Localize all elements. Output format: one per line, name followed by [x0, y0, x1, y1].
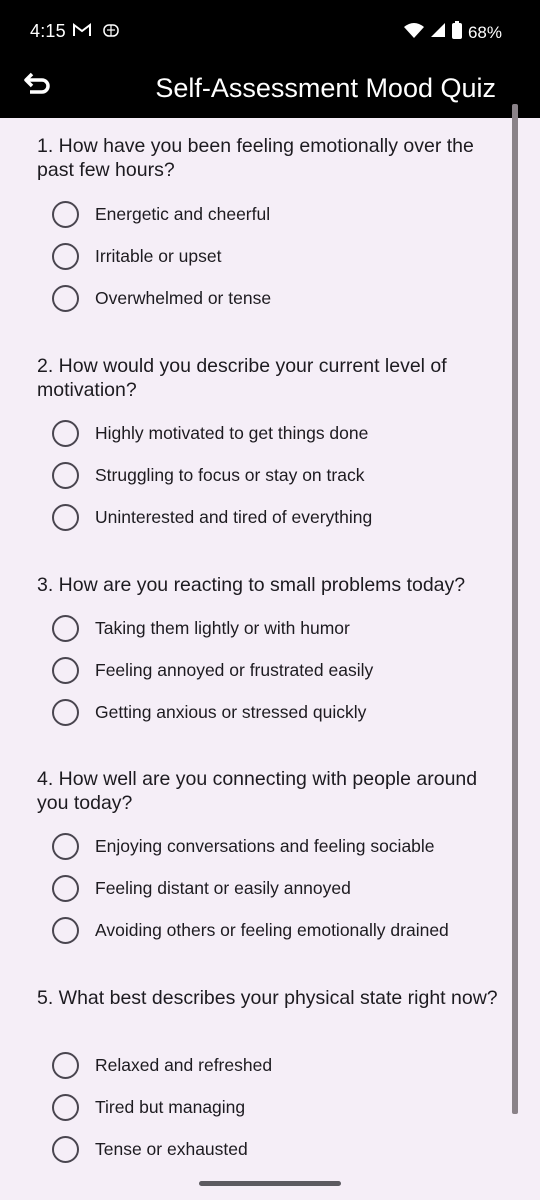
option-radio[interactable]: Getting anxious or stressed quickly	[52, 696, 366, 728]
back-button[interactable]	[18, 66, 58, 106]
option-radio[interactable]: Avoiding others or feeling emotionally d…	[52, 914, 449, 946]
option-radio[interactable]: Feeling annoyed or frustrated easily	[52, 654, 373, 686]
radio-button[interactable]	[52, 1135, 79, 1163]
signal-icon	[430, 22, 446, 43]
gesture-nav-handle[interactable]	[199, 1181, 341, 1186]
radio-button[interactable]	[52, 832, 79, 860]
radio-button[interactable]	[52, 503, 79, 531]
option-label: Avoiding others or feeling emotionally d…	[95, 919, 449, 940]
status-right: 68%	[403, 21, 502, 44]
option-radio[interactable]: Enjoying conversations and feeling socia…	[52, 830, 435, 862]
question-1: 1. How have you been feeling emotionally…	[37, 134, 507, 182]
scrollbar[interactable]	[512, 104, 518, 1114]
gmail-icon	[72, 22, 92, 43]
radio-button[interactable]	[52, 698, 79, 726]
battery-percent: 68%	[467, 22, 502, 42]
radio-button[interactable]	[52, 916, 79, 944]
option-radio[interactable]: Overwhelmed or tense	[52, 282, 271, 314]
radio-button[interactable]	[52, 1093, 79, 1121]
question-text: 2. How would you describe your current l…	[37, 355, 447, 401]
option-label: Feeling annoyed or frustrated easily	[95, 659, 374, 680]
option-radio[interactable]: Tired but managing	[52, 1091, 245, 1123]
status-time: 4:15	[30, 21, 66, 41]
option-label: Overwhelmed or tense	[95, 287, 272, 308]
radio-button[interactable]	[52, 419, 79, 447]
option-label: Tense or exhausted	[95, 1138, 248, 1159]
option-label: Tired but managing	[95, 1096, 246, 1117]
radio-button[interactable]	[52, 242, 79, 270]
option-radio[interactable]: Relaxed and refreshed	[52, 1049, 272, 1081]
status-bar: 4:15 68%	[0, 0, 540, 64]
app-bar: Self-Assessment Mood Quiz	[0, 64, 540, 118]
question-5: 5. What best describes your physical sta…	[37, 986, 507, 1010]
option-label: Irritable or upset	[95, 245, 222, 266]
radio-button[interactable]	[52, 874, 79, 902]
radio-button[interactable]	[52, 461, 79, 489]
radio-button[interactable]	[52, 614, 79, 642]
status-left-icons	[72, 22, 120, 43]
option-radio[interactable]: Uninterested and tired of everything	[52, 501, 372, 533]
wifi-icon	[403, 22, 424, 43]
radio-button[interactable]	[52, 284, 79, 312]
option-label: Highly motivated to get things done	[95, 422, 369, 443]
back-icon	[23, 71, 53, 102]
question-text: 3. How are you reacting to small problem…	[37, 574, 466, 596]
option-radio[interactable]: Feeling distant or easily annoyed	[52, 872, 351, 904]
question-4: 4. How well are you connecting with peop…	[37, 767, 507, 815]
option-label: Enjoying conversations and feeling socia…	[95, 835, 435, 856]
option-label: Feeling distant or easily annoyed	[95, 877, 351, 898]
debug-icon	[102, 22, 120, 43]
option-label: Energetic and cheerful	[95, 203, 271, 224]
option-label: Taking them lightly or with humor	[95, 617, 350, 638]
battery-icon	[451, 21, 462, 44]
option-label: Getting anxious or stressed quickly	[95, 701, 367, 722]
radio-button[interactable]	[52, 200, 79, 228]
question-3: 3. How are you reacting to small problem…	[37, 573, 507, 597]
option-label: Struggling to focus or stay on track	[95, 464, 365, 485]
option-radio[interactable]: Highly motivated to get things done	[52, 417, 368, 449]
option-radio[interactable]: Taking them lightly or with humor	[52, 612, 350, 644]
option-radio[interactable]: Struggling to focus or stay on track	[52, 459, 364, 491]
option-radio[interactable]: Irritable or upset	[52, 240, 221, 272]
question-2: 2. How would you describe your current l…	[37, 354, 507, 402]
question-text: 4. How well are you connecting with peop…	[37, 768, 478, 814]
quiz-content: 1. How have you been feeling emotionally…	[0, 118, 540, 1200]
question-text: 5. What best describes your physical sta…	[37, 987, 498, 1009]
page-title: Self-Assessment Mood Quiz	[155, 73, 496, 103]
option-label: Uninterested and tired of everything	[95, 506, 373, 527]
radio-button[interactable]	[52, 656, 79, 684]
option-radio[interactable]: Tense or exhausted	[52, 1133, 248, 1165]
option-label: Relaxed and refreshed	[95, 1054, 273, 1075]
question-text: 1. How have you been feeling emotionally…	[37, 135, 474, 181]
option-radio[interactable]: Energetic and cheerful	[52, 198, 270, 230]
radio-button[interactable]	[52, 1051, 79, 1079]
